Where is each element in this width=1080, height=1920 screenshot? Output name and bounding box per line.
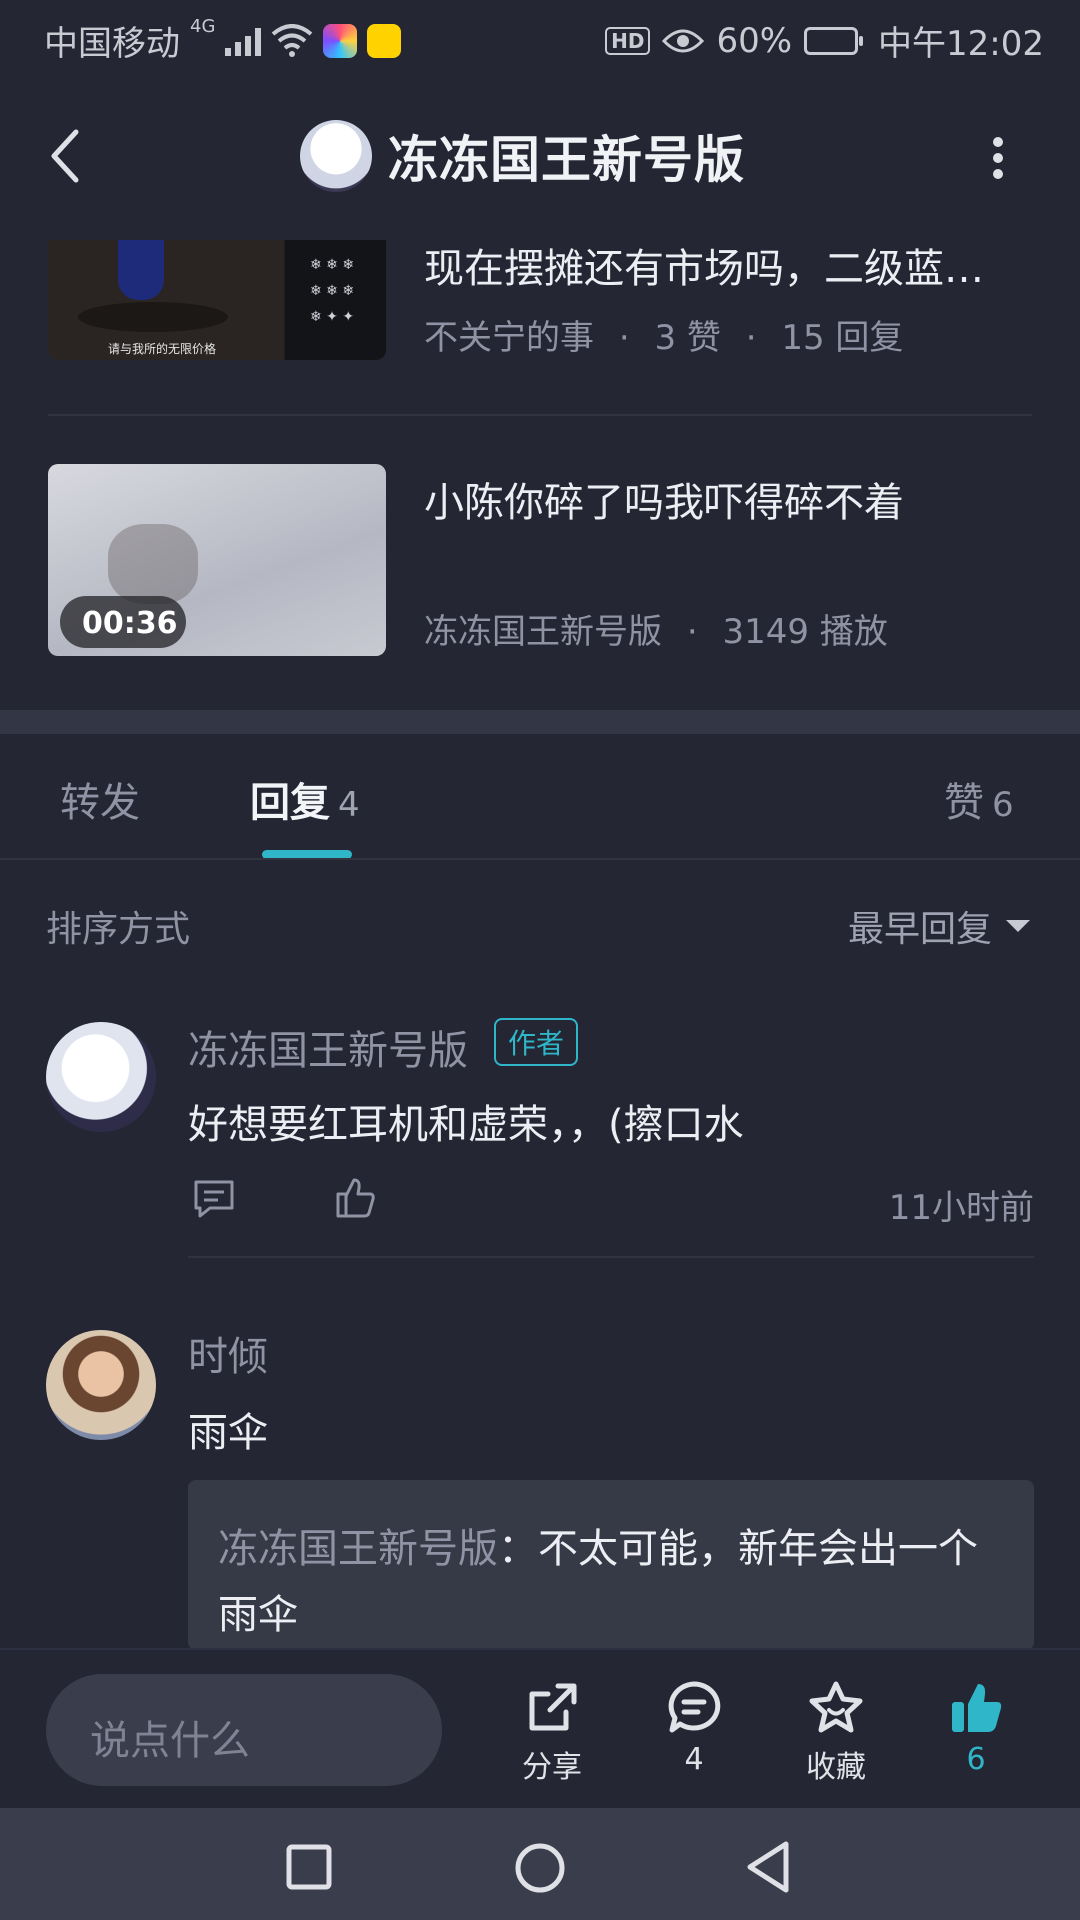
video-title[interactable]: 小陈你碎了吗我吓得碎不着 <box>424 470 904 528</box>
nested-reply-separator: ： <box>498 1526 538 1572</box>
like-button[interactable]: 6 <box>916 1680 1036 1777</box>
sort-label: 排序方式 <box>46 909 191 950</box>
tab-replies-count: 4 <box>338 785 360 825</box>
tab-likes[interactable]: 赞6 <box>944 770 1014 828</box>
commenter-name[interactable]: 时倾 <box>188 1324 268 1382</box>
comment-text: 好想要红耳机和虚荣，，(擦口水 <box>188 1102 744 1148</box>
video-author: 冻冻国王新号版 <box>424 612 662 652</box>
battery-icon <box>804 26 864 55</box>
favorite-label: 收藏 <box>806 1750 866 1785</box>
battery-percent: 60% <box>716 20 793 61</box>
thumb-caption: 请与我所的无限价格 <box>108 342 217 356</box>
commenter-avatar[interactable] <box>46 1022 156 1132</box>
reply-icon[interactable] <box>192 1178 236 1220</box>
favorite-button[interactable]: 收藏 <box>776 1680 896 1786</box>
thumb-icons: ❄ ❄ ❄ ❄ ❄ ❄ ❄ ✦ ✦ <box>310 257 355 325</box>
author-badge: 作者 <box>494 1018 579 1066</box>
nested-reply[interactable]: 冻冻国王新号版：不太可能，新年会出一个雨伞 <box>188 1480 1034 1650</box>
related-likes: 3 赞 <box>654 318 721 358</box>
recent-apps-icon[interactable] <box>286 1844 332 1890</box>
comment-divider <box>188 1256 1034 1258</box>
divider <box>48 414 1032 416</box>
related-replies: 15 回复 <box>781 318 904 358</box>
video-plays: 3149 播放 <box>722 612 888 652</box>
commenter-name[interactable]: 冻冻国王新号版 <box>188 1018 468 1076</box>
back-arrow-icon[interactable] <box>48 128 82 184</box>
thumbs-up-filled-icon <box>952 1684 1002 1732</box>
bottom-action-bar: 说点什么 分享 4 收藏 6 <box>0 1648 1080 1810</box>
header-title-group: 冻冻国王新号版 <box>300 120 745 192</box>
section-separator <box>0 710 1080 734</box>
tab-replies[interactable]: 回复 4 <box>250 770 360 828</box>
chevron-down-icon <box>1006 920 1030 932</box>
tab-forward-label: 转发 <box>60 780 140 826</box>
comment-bubble-icon <box>668 1681 721 1733</box>
star-icon <box>809 1681 863 1733</box>
comments-count: 4 <box>684 1742 704 1777</box>
sort-dropdown[interactable]: 最早回复 <box>848 900 1030 952</box>
back-triangle-icon[interactable] <box>744 1840 792 1894</box>
author-avatar[interactable] <box>300 120 372 192</box>
nested-reply-author[interactable]: 冻冻国王新号版 <box>218 1526 498 1572</box>
duration-badge: 00:36 <box>60 596 186 648</box>
thumbs-up-icon[interactable] <box>334 1176 376 1220</box>
page-title: 冻冻国王新号版 <box>388 131 745 189</box>
related-title[interactable]: 现在摆摊还有市场吗，二级蓝… <box>424 236 984 294</box>
comment-time: 11小时前 <box>888 1188 1034 1228</box>
tab-likes-label: 赞 <box>944 780 984 826</box>
thumb-figure <box>118 240 164 300</box>
carrier-label: 中国移动 <box>44 24 180 64</box>
tab-likes-count: 6 <box>992 785 1014 825</box>
duration-label: 00:36 <box>82 606 178 641</box>
related-meta: 不关宁的事 · 3 赞 · 15 回复 <box>424 318 904 358</box>
comment-input[interactable]: 说点什么 <box>46 1674 442 1786</box>
eye-icon <box>662 29 705 52</box>
signal-icon <box>225 26 262 56</box>
more-options-icon[interactable] <box>990 136 1006 180</box>
thumb-figure <box>108 524 198 604</box>
related-thumbnail[interactable]: ❄ ❄ ❄ ❄ ❄ ❄ ❄ ✦ ✦ 请与我所的无限价格 <box>48 240 386 360</box>
network-type: 4G <box>190 16 216 37</box>
hd-badge: HD <box>605 26 651 55</box>
thumb-stage <box>78 302 228 332</box>
like-count: 6 <box>966 1742 986 1777</box>
top-app-bar: 冻冻国王新号版 <box>0 76 1080 236</box>
tab-replies-label: 回复 <box>250 780 330 826</box>
tabs-divider <box>0 858 1080 860</box>
commenter-avatar[interactable] <box>46 1330 156 1440</box>
tab-forward[interactable]: 转发 <box>60 770 140 828</box>
share-label: 分享 <box>522 1750 582 1785</box>
related-author: 不关宁的事 <box>424 318 594 358</box>
app-icon-ball <box>323 23 358 58</box>
clock: 中午12:02 <box>878 24 1044 64</box>
system-navigation-bar <box>0 1808 1080 1920</box>
home-icon[interactable] <box>514 1842 566 1894</box>
sort-value: 最早回复 <box>847 909 992 950</box>
app-icon-bunny <box>367 23 402 58</box>
status-bar: 中国移动 4G HD 60% 中午12:02 <box>0 0 1080 76</box>
comment-input-placeholder: 说点什么 <box>90 1718 250 1764</box>
comment-text: 雨伞 <box>188 1410 268 1456</box>
video-thumbnail[interactable]: 00:36 <box>48 464 386 656</box>
share-icon <box>529 1683 577 1731</box>
share-button[interactable]: 分享 <box>492 1680 612 1786</box>
video-meta: 冻冻国王新号版 · 3149 播放 <box>424 612 888 652</box>
wifi-icon <box>272 23 313 57</box>
comments-button[interactable]: 4 <box>634 1680 754 1777</box>
nested-reply-text: 冻冻国王新号版：不太可能，新年会出一个雨伞 <box>218 1516 1008 1648</box>
